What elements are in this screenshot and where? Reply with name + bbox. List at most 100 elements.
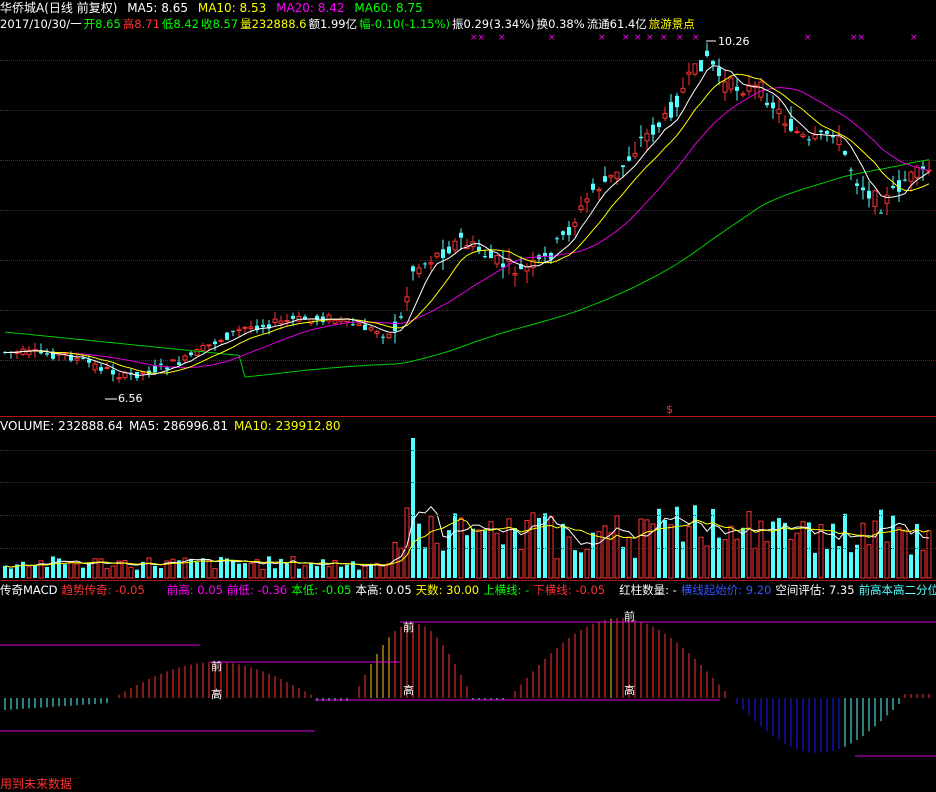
volume-bar (513, 527, 517, 578)
macd-prev-low: 前低: -0.36 (226, 583, 288, 597)
candle-body (74, 357, 80, 361)
volume-bar (866, 544, 872, 579)
candle-body (356, 323, 362, 326)
volume-bar (584, 548, 590, 579)
candle-body (116, 377, 122, 380)
candle-body (404, 296, 410, 303)
volume-bar (494, 532, 500, 579)
macd-header: 传奇MACD 趋势传奇: -0.05 前高: 0.05 前低: -0.36 本低: -0… (0, 582, 936, 598)
macd-split: 前高本高二分位 (858, 583, 936, 597)
volume-bar (87, 562, 91, 578)
candle-body (861, 187, 865, 191)
volume-bar (728, 525, 734, 579)
ma60-line (4, 159, 930, 378)
macd-title[interactable]: 传奇MACD (0, 583, 57, 597)
candle-body (855, 183, 859, 186)
volume-bar (63, 564, 67, 578)
candle-body (699, 60, 703, 72)
volume-ma10: MA10: 239912.80 (233, 419, 341, 433)
volume-bar (411, 438, 415, 578)
candle-body (206, 344, 212, 347)
volume-bar (68, 561, 74, 579)
candle-body (867, 190, 871, 199)
candle-body (722, 81, 728, 93)
candle-body (494, 255, 500, 265)
candle-body (45, 353, 49, 355)
volume-bar (260, 569, 266, 579)
volume-bar (380, 565, 386, 579)
candle-body (399, 316, 403, 318)
volume-bar (693, 505, 697, 578)
candle-body (111, 369, 115, 375)
volume-bar (326, 566, 332, 579)
volume-bar (398, 547, 404, 579)
candle-body (189, 352, 193, 356)
volume-bar (722, 539, 728, 579)
candle-body (872, 190, 878, 207)
candle-body (908, 171, 914, 182)
volume-bar (837, 546, 841, 578)
volume-bar (621, 546, 625, 578)
volume-bar (33, 565, 37, 578)
candle-body (543, 252, 547, 257)
candle-body (182, 355, 188, 361)
candle-body (200, 344, 206, 351)
candle-body (242, 326, 248, 329)
candle-body (326, 314, 332, 322)
volume-bar (386, 562, 392, 579)
volume-bar (465, 535, 469, 578)
volume-bar (51, 556, 55, 578)
candle-body (567, 226, 571, 236)
volume-bar (825, 549, 829, 578)
candle-body (416, 267, 422, 275)
volume-bar (614, 515, 620, 579)
candle-body (717, 67, 721, 77)
candle-body (236, 329, 242, 332)
candle-body (692, 63, 698, 75)
volume-bar (681, 541, 685, 578)
candle-body (849, 169, 853, 171)
candle-body (122, 372, 128, 378)
candle-body (363, 324, 367, 331)
volume-bar (290, 556, 296, 579)
macd-mark-high: 高 (403, 684, 414, 697)
candle-body (807, 139, 811, 141)
candle-body (381, 336, 385, 338)
candle-body (776, 108, 782, 114)
candle-body (218, 339, 224, 342)
volume-bar (243, 563, 247, 578)
volume-bar (561, 523, 565, 578)
volume-bar (573, 550, 577, 578)
volume-bar (566, 536, 572, 579)
volume-bar (302, 565, 308, 579)
candle-body (177, 362, 181, 365)
volume-bar (902, 529, 908, 579)
volume-bar (212, 568, 218, 579)
volume-bar (357, 569, 361, 578)
candle-body (87, 359, 91, 363)
candle-body (441, 249, 445, 259)
candle-body (81, 358, 85, 360)
volume-bar (633, 557, 637, 578)
volume-bar (3, 565, 7, 578)
candle-body (386, 333, 392, 339)
volume-bar (524, 520, 530, 579)
macd-days: 天数: 30.00 (415, 583, 480, 597)
volume-bar (554, 558, 560, 579)
volume-bar (21, 561, 25, 578)
candle-body (657, 122, 661, 128)
volume-bar (273, 568, 277, 578)
macd-this-low: 本低: -0.05 (291, 583, 352, 597)
volume-bar (321, 559, 325, 578)
macd-trend: 趋势传奇: -0.05 (61, 583, 145, 597)
volume-bar (146, 557, 152, 579)
volume-bar (668, 524, 674, 579)
candle-body (800, 134, 806, 138)
volume-bar (74, 563, 80, 579)
macd-lower: 下横线: -0.05 (533, 583, 606, 597)
volume-bar (746, 511, 752, 579)
candle-body (891, 186, 895, 188)
volume-bar (404, 507, 410, 579)
candle-body (428, 262, 434, 265)
candle-body (92, 363, 98, 371)
